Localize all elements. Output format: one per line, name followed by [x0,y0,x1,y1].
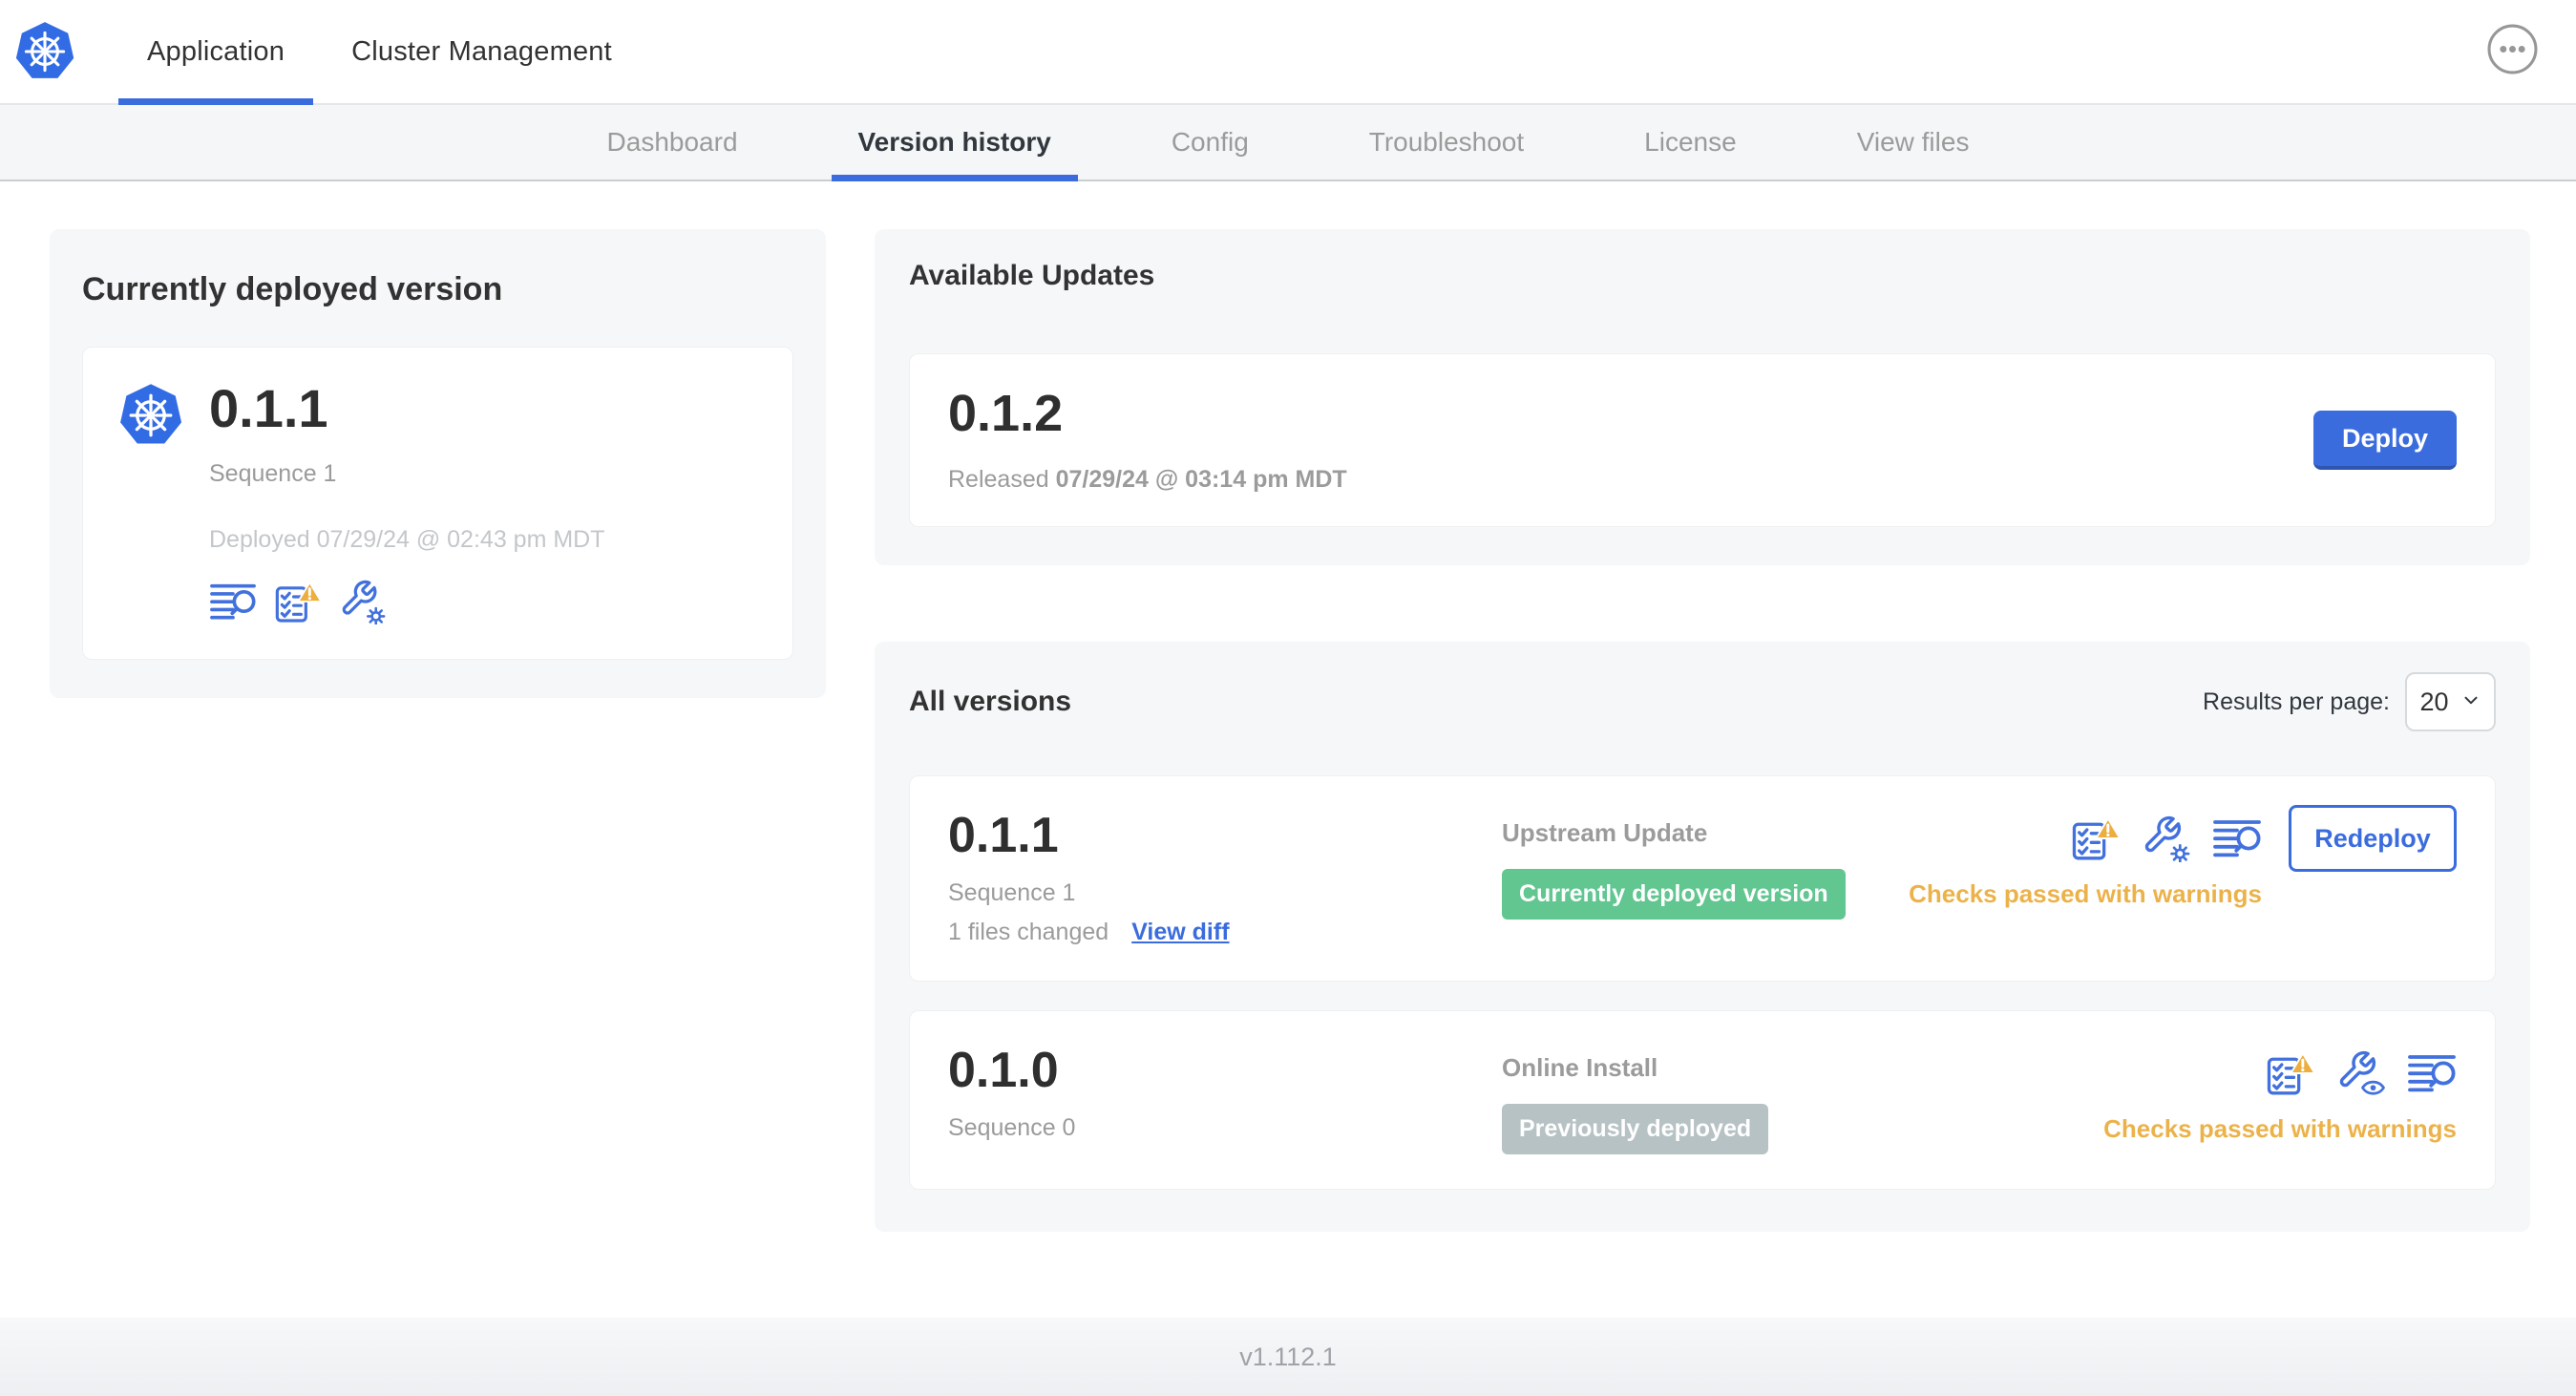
subnav-tab-config[interactable]: Config [1145,105,1276,180]
subnav-tab-license[interactable]: License [1617,105,1763,180]
update-released-line: Released 07/29/24 @ 03:14 pm MDT [948,465,1347,493]
footer: v1.112.1 [0,1318,2576,1396]
results-per-page-select[interactable]: 20 [2405,672,2496,731]
files-changed-label: 1 files changed [948,919,1109,945]
main-content: Currently deployed version 0.1.1 Sequenc… [0,181,2576,1232]
subnav-tab-dashboard[interactable]: Dashboard [581,105,765,180]
console-version: v1.112.1 [1239,1342,1337,1371]
subnav-tab-view-files[interactable]: View files [1830,105,1996,180]
deploy-button[interactable]: Deploy [2313,411,2457,470]
status-badge: Previously deployed [1502,1104,1769,1154]
top-nav: Application Cluster Management [118,0,641,105]
version-source-label: Online Install [1502,1053,1658,1082]
update-version-number: 0.1.2 [948,384,1064,442]
overflow-menu-button[interactable] [2487,0,2538,103]
view-diff-link[interactable]: View diff [1131,919,1229,946]
preflight-checks-warning-icon[interactable] [2266,1049,2315,1097]
row-version-number: 0.1.0 [948,1043,1059,1098]
results-per-page-label: Results per page: [2203,687,2390,715]
preflight-checks-warning-icon[interactable] [2071,814,2121,862]
row-sequence: Sequence 1 [948,879,1076,906]
logs-icon[interactable] [209,579,257,624]
deployed-version-number: 0.1.1 [209,378,328,438]
version-row: 0.1.1 Sequence 1 1 files changed View di… [909,775,2496,982]
row-version-number: 0.1.1 [948,808,1059,863]
row-sequence: Sequence 0 [948,1114,1076,1141]
checks-status-text: Checks passed with warnings [2103,1114,2457,1143]
subnav-tab-version-history[interactable]: Version history [831,105,1079,181]
chevron-down-icon [2460,687,2481,717]
preflight-checks-warning-icon[interactable] [274,579,322,624]
currently-deployed-title: Currently deployed version [82,271,503,307]
tab-application[interactable]: Application [118,0,314,105]
edit-config-icon[interactable] [2142,814,2191,862]
checks-status-text: Checks passed with warnings [1909,879,2262,908]
version-row: 0.1.0 Sequence 0 Online Install Previous… [909,1010,2496,1190]
update-card: 0.1.2 Released 07/29/24 @ 03:14 pm MDT D… [909,353,2496,527]
logs-icon[interactable] [2407,1049,2457,1097]
subnav-tab-troubleshoot[interactable]: Troubleshoot [1342,105,1551,180]
version-source-label: Upstream Update [1502,818,1708,847]
available-updates-panel: Available Updates 0.1.2 Released 07/29/2… [875,229,2530,565]
currently-deployed-panel: Currently deployed version 0.1.1 Sequenc… [50,229,826,698]
app-icon [117,382,184,624]
logs-icon[interactable] [2212,814,2262,862]
all-versions-title: All versions [909,686,1072,717]
status-badge: Currently deployed version [1502,869,1846,920]
redeploy-button[interactable]: Redeploy [2289,805,2457,872]
edit-config-icon[interactable] [339,579,387,624]
deployed-version-card: 0.1.1 Sequence 1 Deployed 07/29/24 @ 02:… [82,347,793,660]
available-updates-title: Available Updates [909,260,1155,291]
app-subnav: Dashboard Version history Config Trouble… [0,105,2576,181]
ellipsis-icon [2487,24,2538,79]
all-versions-panel: All versions Results per page: 20 0.1.1 [875,642,2530,1232]
kubernetes-logo [13,0,76,103]
top-header: Application Cluster Management [0,0,2576,105]
deployed-sequence: Sequence 1 [209,460,337,487]
view-config-icon[interactable] [2336,1049,2386,1097]
deployed-timestamp: Deployed 07/29/24 @ 02:43 pm MDT [209,526,605,553]
tab-cluster-management[interactable]: Cluster Management [323,0,641,103]
